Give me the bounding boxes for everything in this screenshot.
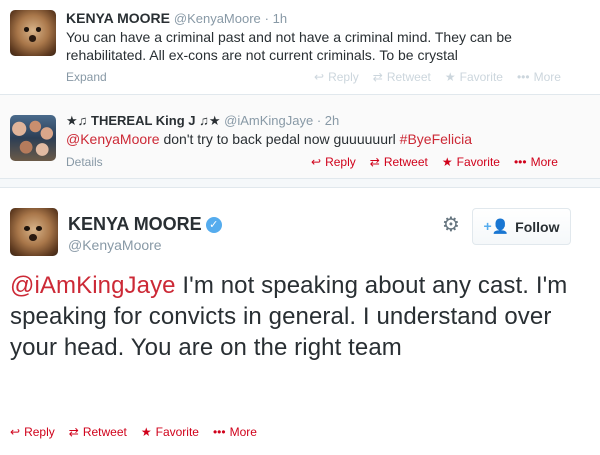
- retweet-icon: ⇄: [369, 155, 380, 169]
- mention-link[interactable]: @KenyaMoore: [66, 131, 160, 147]
- tweet-text-body: don't try to back pedal now guuuuuurl: [159, 131, 400, 147]
- more-button[interactable]: ••• More: [517, 70, 561, 84]
- reply-button[interactable]: ↩ Reply: [314, 70, 359, 84]
- ellipsis-icon: •••: [516, 70, 530, 84]
- avatar[interactable]: [10, 208, 58, 256]
- favorite-button[interactable]: ★ Favorite: [141, 425, 199, 439]
- gear-icon[interactable]: ⚙: [440, 214, 462, 236]
- tweet-timestamp[interactable]: · 2h: [317, 113, 339, 128]
- reply-icon: ↩: [10, 425, 21, 439]
- retweet-button[interactable]: ⇄ Retweet: [373, 70, 431, 84]
- more-button[interactable]: ••• More: [514, 155, 558, 169]
- thread-separator: [0, 178, 600, 188]
- tweet-kenya-moore-collapsed[interactable]: KENYA MOORE @KenyaMoore · 1h You can hav…: [0, 0, 600, 94]
- mention-link[interactable]: @iAmKingJaye: [10, 272, 176, 299]
- add-user-icon: +👤: [483, 218, 510, 234]
- reply-icon: ↩: [314, 70, 325, 84]
- follow-label: Follow: [515, 218, 560, 235]
- reply-button[interactable]: ↩ Reply: [10, 425, 55, 439]
- author-handle[interactable]: @KenyaMoore: [68, 237, 162, 253]
- star-icon: ★: [441, 155, 453, 169]
- author-name[interactable]: KENYA MOORE: [66, 10, 170, 26]
- favorite-button[interactable]: ★ Favorite: [445, 70, 503, 84]
- author-handle[interactable]: @iAmKingJaye: [224, 113, 313, 128]
- star-icon: ★: [444, 70, 456, 84]
- favorite-button[interactable]: ★ Favorite: [442, 155, 500, 169]
- author-name[interactable]: ★♫ THEREAL King J ♫★: [66, 113, 221, 128]
- author-name[interactable]: KENYA MOORE: [68, 214, 202, 234]
- tweet-timestamp[interactable]: · 1h: [265, 11, 287, 26]
- avatar[interactable]: [10, 115, 56, 161]
- hashtag-link[interactable]: #ByeFelicia: [400, 131, 472, 147]
- reply-button[interactable]: ↩ Reply: [311, 155, 356, 169]
- ellipsis-icon: •••: [212, 425, 226, 439]
- tweet-king-jaye[interactable]: ★♫ THEREAL King J ♫★ @iAmKingJaye · 2h @…: [0, 94, 600, 178]
- retweet-button[interactable]: ⇄ Retweet: [370, 155, 428, 169]
- author-handle[interactable]: @KenyaMoore: [174, 11, 261, 26]
- tweet-text: You can have a criminal past and not hav…: [66, 29, 512, 63]
- more-button[interactable]: ••• More: [213, 425, 257, 439]
- tweet-text: @iAmKingJaye I'm not speaking about any …: [10, 270, 580, 363]
- retweet-icon: ⇄: [372, 70, 383, 84]
- avatar[interactable]: [10, 10, 56, 56]
- star-icon: ★: [140, 425, 152, 439]
- retweet-button[interactable]: ⇄ Retweet: [69, 425, 127, 439]
- verified-badge-icon: ✓: [205, 217, 222, 233]
- retweet-icon: ⇄: [68, 425, 79, 439]
- tweet-kenya-moore-focused[interactable]: KENYA MOORE ✓ @KenyaMoore ⚙ +👤 Follow @iA…: [0, 188, 600, 455]
- ellipsis-icon: •••: [513, 155, 527, 169]
- expand-link[interactable]: Expand: [66, 70, 107, 84]
- tweet-text: @KenyaMoore don't try to back pedal now …: [66, 130, 586, 148]
- follow-button[interactable]: +👤 Follow: [472, 208, 571, 245]
- details-link[interactable]: Details: [66, 155, 103, 169]
- reply-icon: ↩: [311, 155, 322, 169]
